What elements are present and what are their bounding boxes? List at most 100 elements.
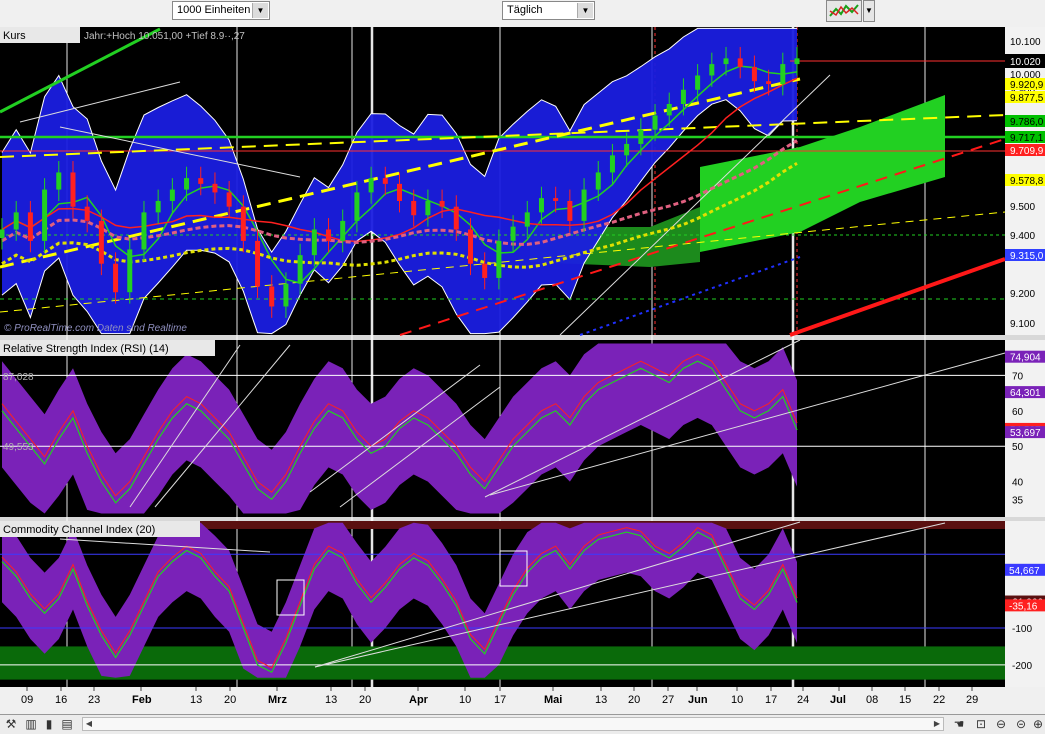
candle [397, 183, 402, 201]
zoom-out-icon[interactable]: ⊝ [1014, 717, 1028, 731]
x-axis-label: 27 [662, 694, 674, 706]
x-axis-label: Apr [409, 694, 429, 706]
x-axis-label: 22 [933, 694, 945, 706]
rsi-left-label: 87,028 [3, 372, 34, 383]
candle [680, 89, 686, 104]
candle [609, 155, 615, 173]
x-axis-label: 13 [325, 694, 337, 706]
x-axis-label: 17 [765, 694, 777, 706]
candle [283, 283, 289, 307]
candle [98, 220, 104, 264]
rsi-axis-tick: 50 [1012, 442, 1024, 453]
candle [751, 66, 757, 82]
candle [666, 104, 672, 116]
units-select-value: 1000 Einheiten [177, 4, 251, 16]
bottom-toolbar: ⚒ ▥ ▮ ▤ ◀ ▶ ☚ ⊡ ⊖ ⊝ ⊕ [0, 714, 1045, 734]
candle [70, 172, 76, 207]
price-level-label: 9.920,9 [1010, 80, 1044, 91]
candle [212, 183, 218, 193]
x-axis-label: 23 [88, 694, 100, 706]
price-level-label: 9.717,1 [1010, 133, 1044, 144]
cci-axis-tick: -200 [1012, 661, 1032, 672]
scroll-left-icon[interactable]: ◀ [83, 718, 95, 730]
period-select[interactable]: Täglich ▼ [502, 1, 595, 20]
candle [354, 192, 360, 221]
chevron-down-icon[interactable]: ▼ [577, 3, 593, 18]
price-level-label: 9.709,9 [1010, 146, 1044, 157]
x-axis-label: 24 [797, 694, 809, 706]
top-toolbar: 1000 Einheiten ▼ Täglich ▼ ▼ [0, 0, 1045, 28]
scroll-right-icon[interactable]: ▶ [931, 718, 943, 730]
x-axis-label: Mrz [268, 694, 287, 706]
candle [510, 226, 516, 241]
rsi-value-label: 74,904 [1010, 353, 1041, 364]
chart-area: Kurs Jahr:+Hoch 10.051,00 +Tief 8.9··,27 ©… [0, 27, 1045, 714]
candle [240, 206, 246, 241]
horizontal-scrollbar[interactable]: ◀ ▶ [82, 717, 944, 731]
candle [581, 189, 587, 221]
candle [595, 172, 601, 190]
candle [780, 64, 786, 85]
price-panel-info: Jahr:+Hoch 10.051,00 +Tief 8.9··,27 [84, 31, 245, 42]
cci-value-label: -35,16 [1009, 601, 1038, 612]
candle [155, 200, 161, 213]
candle [439, 200, 445, 207]
candle [538, 198, 544, 213]
price-level-label: 9.786,0 [1010, 117, 1044, 128]
period-select-value: Täglich [507, 4, 543, 16]
candle [226, 192, 232, 207]
x-axis-label: Jul [830, 694, 846, 706]
candle [709, 64, 715, 76]
candle [42, 189, 48, 241]
x-axis-label: 10 [459, 694, 471, 706]
x-axis [0, 687, 1045, 714]
price-level-label: 9.315,0 [1010, 251, 1044, 262]
candle [113, 263, 119, 293]
candle [467, 229, 473, 264]
x-axis-label: 17 [494, 694, 506, 706]
list-icon[interactable]: ▤ [60, 717, 74, 731]
chevron-down-icon[interactable]: ▼ [863, 0, 875, 22]
candle [84, 206, 90, 221]
x-axis-label: 10 [731, 694, 743, 706]
hand-icon[interactable]: ☚ [952, 717, 966, 731]
rsi-title: Relative Strength Index (RSI) (14) [3, 343, 169, 355]
zoom-plus-icon[interactable]: ⊕ [1031, 717, 1045, 731]
last-price-label: 10.020 [1010, 57, 1041, 68]
chart-type-button[interactable] [826, 0, 862, 22]
candle [638, 129, 644, 144]
rsi-axis-tick: 35 [1012, 495, 1024, 506]
candle [553, 198, 559, 201]
x-axis-label: Jun [688, 694, 708, 706]
zoom-fit-icon[interactable]: ⊡ [974, 717, 988, 731]
x-axis-label: 20 [628, 694, 640, 706]
bar-chart-icon[interactable]: ▥ [24, 717, 38, 731]
candle [184, 178, 190, 190]
candle [169, 189, 175, 201]
candle [340, 220, 346, 241]
candle [56, 172, 62, 190]
price-axis-tick: 9.400 [1010, 231, 1035, 242]
price-axis-tick: 9.100 [1010, 319, 1035, 330]
price-axis-tick: 10.100 [1010, 37, 1041, 48]
candle [382, 178, 388, 184]
chart-type-icon [829, 4, 859, 17]
candle [425, 200, 431, 216]
candle [127, 249, 133, 293]
x-axis-label: 13 [190, 694, 202, 706]
magnet-icon[interactable]: ⚒ [4, 717, 18, 731]
x-axis-label: 08 [866, 694, 878, 706]
x-axis-label: Mai [544, 694, 562, 706]
x-axis-label: 09 [21, 694, 33, 706]
candle [297, 255, 303, 284]
zoom-minus-icon[interactable]: ⊖ [994, 717, 1008, 731]
candle-icon[interactable]: ▮ [42, 717, 56, 731]
rsi-value-label: 53,697 [1010, 428, 1041, 439]
x-axis-label: 20 [359, 694, 371, 706]
candle [652, 115, 658, 130]
units-select[interactable]: 1000 Einheiten ▼ [172, 1, 270, 20]
x-axis-label: 13 [595, 694, 607, 706]
chevron-down-icon[interactable]: ▼ [252, 3, 268, 18]
candle [198, 178, 204, 184]
rsi-axis-tick: 70 [1012, 371, 1024, 382]
